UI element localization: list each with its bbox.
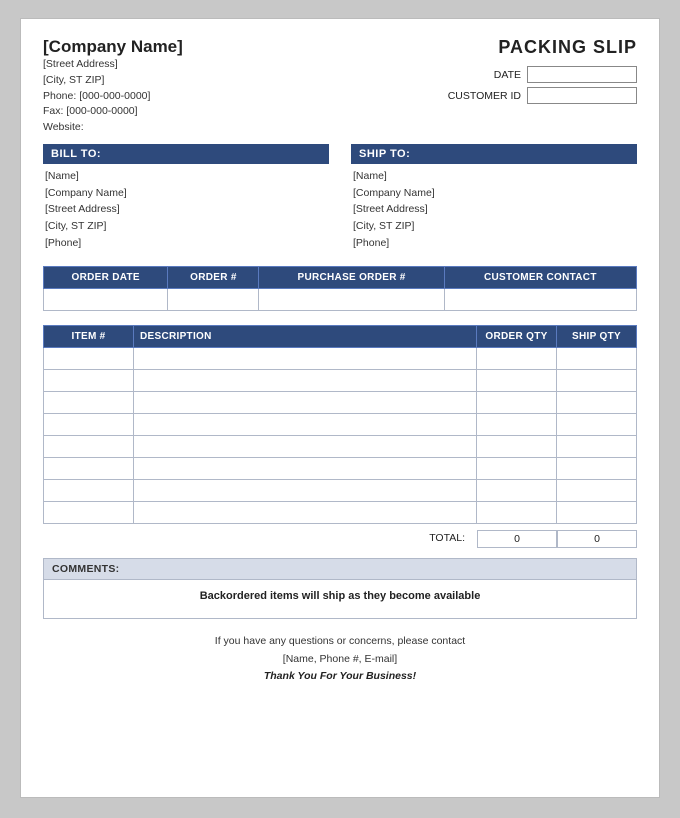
total-label: TOTAL: [429,530,477,548]
total-row: TOTAL: 0 0 [43,530,637,548]
description-cell[interactable] [134,501,477,523]
order-qty-cell[interactable] [477,413,557,435]
ship-qty-cell[interactable] [557,457,637,479]
order-table-row [44,288,637,310]
date-field-row: DATE [494,66,637,83]
order-qty-cell[interactable] [477,347,557,369]
company-website: Website: [43,120,183,136]
table-row [44,347,637,369]
order-qty-cell[interactable] [477,501,557,523]
order-qty-cell[interactable] [477,369,557,391]
ship-qty-cell[interactable] [557,391,637,413]
ship-qty-cell[interactable] [557,479,637,501]
order-num-cell[interactable] [168,288,259,310]
page-footer: If you have any questions or concerns, p… [43,633,637,687]
company-fax: Fax: [000-000-0000] [43,104,183,120]
total-ship-qty: 0 [557,530,637,548]
company-phone: Phone: [000-000-0000] [43,89,183,105]
col-purchase-order: PURCHASE ORDER # [259,266,444,288]
table-row [44,369,637,391]
ship-to-block: SHIP TO: [Name] [Company Name] [Street A… [351,144,637,252]
order-table: ORDER DATE ORDER # PURCHASE ORDER # CUST… [43,266,637,311]
col-order-qty: ORDER QTY [477,325,557,347]
bill-to-header: BILL TO: [43,144,329,164]
order-qty-cell[interactable] [477,479,557,501]
bill-to-name: [Name] [43,168,329,185]
ship-qty-cell[interactable] [557,501,637,523]
items-table: ITEM # DESCRIPTION ORDER QTY SHIP QTY [43,325,637,524]
ship-to-street: [Street Address] [351,201,637,218]
item-num-cell[interactable] [44,413,134,435]
ship-qty-cell[interactable] [557,435,637,457]
ship-qty-cell[interactable] [557,347,637,369]
item-num-cell[interactable] [44,391,134,413]
item-num-cell[interactable] [44,435,134,457]
col-customer-contact: CUSTOMER CONTACT [444,266,636,288]
customer-id-input[interactable] [527,87,637,104]
header-fields: DATE CUSTOMER ID [417,66,637,104]
packing-slip-title: PACKING SLIP [417,37,637,58]
col-item-num: ITEM # [44,325,134,347]
page-header: [Company Name] [Street Address] [City, S… [43,37,637,136]
header-right: PACKING SLIP DATE CUSTOMER ID [417,37,637,104]
order-qty-cell[interactable] [477,435,557,457]
ship-to-header: SHIP TO: [351,144,637,164]
comments-body: Backordered items will ship as they beco… [44,580,636,618]
description-cell[interactable] [134,413,477,435]
description-cell[interactable] [134,435,477,457]
description-cell[interactable] [134,369,477,391]
bill-to-block: BILL TO: [Name] [Company Name] [Street A… [43,144,329,252]
description-cell[interactable] [134,457,477,479]
purchase-order-cell[interactable] [259,288,444,310]
ship-qty-cell[interactable] [557,413,637,435]
table-row [44,413,637,435]
ship-to-company: [Company Name] [351,185,637,202]
table-row [44,435,637,457]
item-num-cell[interactable] [44,501,134,523]
company-name: [Company Name] [43,37,183,57]
item-num-cell[interactable] [44,369,134,391]
date-label: DATE [494,69,521,81]
comments-header: COMMENTS: [44,559,636,580]
ship-to-name: [Name] [351,168,637,185]
date-input[interactable] [527,66,637,83]
total-order-qty: 0 [477,530,557,548]
footer-thanks: Thank You For Your Business! [43,668,637,686]
customer-label: CUSTOMER ID [448,90,521,102]
bill-to-company: [Company Name] [43,185,329,202]
footer-line1: If you have any questions or concerns, p… [43,633,637,651]
footer-line2: [Name, Phone #, E-mail] [43,651,637,669]
table-row [44,457,637,479]
order-date-cell[interactable] [44,288,168,310]
company-info: [Company Name] [Street Address] [City, S… [43,37,183,136]
col-order-date: ORDER DATE [44,266,168,288]
company-city: [City, ST ZIP] [43,73,183,89]
packing-slip-page: [Company Name] [Street Address] [City, S… [20,18,660,798]
col-description: DESCRIPTION [134,325,477,347]
bill-to-city: [City, ST ZIP] [43,218,329,235]
description-cell[interactable] [134,347,477,369]
item-num-cell[interactable] [44,347,134,369]
item-num-cell[interactable] [44,457,134,479]
company-street: [Street Address] [43,57,183,73]
table-row [44,501,637,523]
bill-to-street: [Street Address] [43,201,329,218]
description-cell[interactable] [134,391,477,413]
customer-field-row: CUSTOMER ID [448,87,637,104]
item-num-cell[interactable] [44,479,134,501]
table-row [44,479,637,501]
order-qty-cell[interactable] [477,457,557,479]
ship-to-phone: [Phone] [351,235,637,252]
comments-section: COMMENTS: Backordered items will ship as… [43,558,637,619]
ship-qty-cell[interactable] [557,369,637,391]
address-section: BILL TO: [Name] [Company Name] [Street A… [43,144,637,252]
col-order-num: ORDER # [168,266,259,288]
table-row [44,391,637,413]
customer-contact-cell[interactable] [444,288,636,310]
bill-to-phone: [Phone] [43,235,329,252]
order-qty-cell[interactable] [477,391,557,413]
col-ship-qty: SHIP QTY [557,325,637,347]
description-cell[interactable] [134,479,477,501]
ship-to-city: [City, ST ZIP] [351,218,637,235]
